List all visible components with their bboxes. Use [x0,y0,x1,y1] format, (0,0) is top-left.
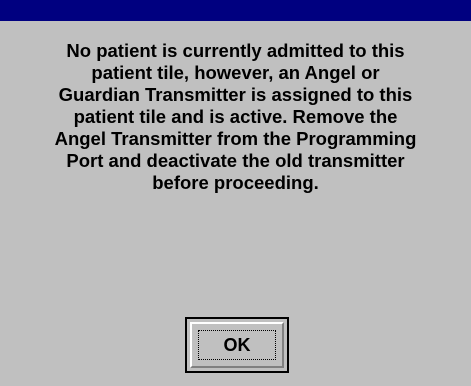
message-line: Guardian Transmitter is assigned to this [58,84,413,105]
message-line: No patient is currently admitted to this [66,40,405,61]
dialog-message: No patient is currently admitted to this… [20,40,451,194]
ok-button-face: OK [190,322,284,368]
message-line: Port and deactivate the old transmitter [66,150,405,171]
message-line: patient tile and is active. Remove the [73,106,398,127]
focus-indicator [198,330,276,360]
message-line: Angel Transmitter from the Programming [54,128,417,149]
dialog-titlebar[interactable] [0,0,471,21]
message-line: before proceeding. [152,172,319,193]
message-line: patient tile, however, an Angel or [91,62,380,83]
ok-button[interactable]: OK [185,317,289,373]
alert-dialog: No patient is currently admitted to this… [0,0,471,386]
